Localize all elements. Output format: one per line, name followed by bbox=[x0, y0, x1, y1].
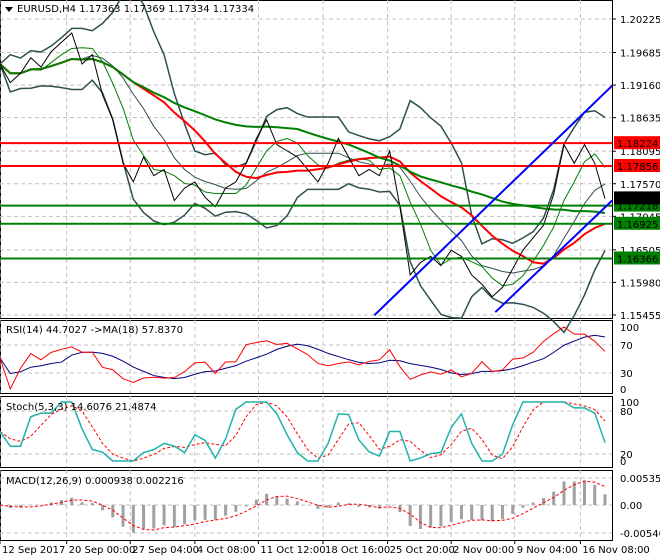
price-tick-label: 1.19160 bbox=[620, 81, 660, 92]
stoch-tick-label: 0 bbox=[620, 457, 626, 468]
price-tick-label: 1.18635 bbox=[620, 114, 660, 125]
time-label: 20 Sep 00:00 bbox=[69, 545, 136, 556]
level-label: 1.17856 bbox=[617, 162, 658, 173]
rsi-tick-label: 0 bbox=[620, 385, 626, 396]
time-label: 12 Sep 2017 bbox=[2, 545, 65, 556]
time-label: 16 Nov 08:00 bbox=[582, 545, 649, 556]
current-price-label: 1.17334 bbox=[617, 194, 658, 205]
level-label: 1.18224 bbox=[617, 139, 658, 150]
rsi-tick-label: 30 bbox=[620, 369, 633, 380]
stoch-title: Stoch(5,3,3) 14.6076 21.4874 bbox=[6, 402, 157, 413]
stoch-tick-label: 80 bbox=[620, 407, 633, 418]
macd-tick-label: 0.005359 bbox=[620, 474, 660, 485]
macd-signal-line bbox=[0, 480, 606, 531]
ma-medium bbox=[0, 57, 606, 265]
time-label: 25 Oct 20:00 bbox=[390, 545, 455, 556]
time-label: 27 Sep 04:00 bbox=[132, 545, 199, 556]
bollinger-lower bbox=[0, 63, 606, 334]
collapse-arrow-icon[interactable] bbox=[5, 7, 13, 12]
rsi-ma-line bbox=[0, 334, 606, 380]
macd-title: MACD(12,26,9) 0.000938 0.002216 bbox=[6, 476, 184, 487]
price-line bbox=[0, 32, 606, 298]
rsi-title: RSI(14) 44.7027 ->MA(18) 57.8370 bbox=[6, 325, 183, 336]
rsi-tick-label: 70 bbox=[620, 341, 633, 352]
price-tick-label: 1.15455 bbox=[620, 311, 660, 322]
price-tick-label: 1.19685 bbox=[620, 49, 660, 60]
time-label: 18 Oct 16:00 bbox=[325, 545, 390, 556]
price-tick-label: 1.17570 bbox=[620, 180, 660, 191]
price-tick-label: 1.20225 bbox=[620, 15, 660, 26]
trendline bbox=[494, 199, 613, 313]
bollinger-mid bbox=[0, 54, 606, 274]
chart-canvas[interactable]: 1.202251.196851.191601.186351.180951.175… bbox=[0, 0, 660, 560]
price-tick-label: 1.15980 bbox=[620, 278, 660, 289]
chart-title: EURUSD,H4 1.17363 1.17369 1.17334 1.1733… bbox=[17, 4, 254, 15]
level-label: 1.16925 bbox=[617, 220, 658, 231]
rsi-tick-label: 100 bbox=[620, 323, 639, 334]
level-label: 1.16366 bbox=[617, 254, 658, 265]
macd-tick-label: -0.005405 bbox=[620, 529, 660, 540]
time-label: 11 Oct 12:00 bbox=[260, 545, 325, 556]
macd-tick-label: 0.00 bbox=[620, 501, 642, 512]
time-label: 9 Nov 04:00 bbox=[517, 545, 578, 556]
time-label: 4 Oct 08:00 bbox=[197, 545, 256, 556]
time-label: 2 Nov 00:00 bbox=[453, 545, 514, 556]
bollinger-upper bbox=[0, 0, 606, 246]
trading-chart-window: 1.20225 1.19685 1.19160 1.18635 1.18095 1.175… bbox=[0, 0, 660, 560]
rsi-line bbox=[0, 326, 606, 391]
